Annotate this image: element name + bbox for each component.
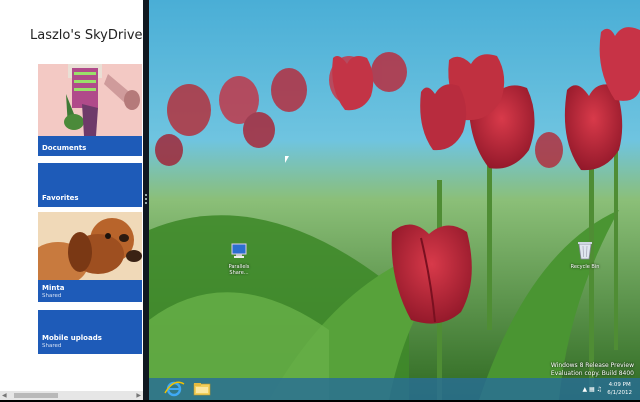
tile-label: Favorites (42, 194, 79, 202)
tile-minta[interactable]: Minta Shared (38, 212, 142, 302)
clock-date: 6/1/2012 (607, 390, 632, 396)
taskbar-internet-explorer[interactable] (161, 380, 187, 398)
tile-sublabel: Shared (42, 343, 62, 349)
tile-label: Minta (42, 284, 65, 292)
mouse-cursor-icon (285, 156, 289, 163)
skydrive-title[interactable]: Laszlo's SkyDrive⌄ (30, 28, 143, 43)
system-tray-icons[interactable]: ▲ ▦ ♫ (582, 386, 602, 393)
scrollbar-thumb[interactable] (14, 393, 58, 398)
taskbar: ▲ ▦ ♫ 4:09 PM 6/1/2012 (149, 378, 640, 400)
tile-documents[interactable]: Documents (38, 64, 142, 156)
desktop-icon-parallels-share[interactable]: Parallels Share... (221, 242, 257, 276)
scroll-right-icon[interactable]: ▶ (136, 391, 141, 400)
computer-icon (231, 243, 247, 258)
skydrive-title-text: Laszlo's SkyDrive (30, 28, 143, 43)
desktop-icon-label: Parallels Share... (228, 264, 250, 276)
desktop-icon-recycle-bin[interactable]: Recycle Bin (567, 240, 603, 270)
tile-label: Documents (42, 144, 87, 152)
tile-label: Mobile uploads (42, 334, 102, 342)
scroll-left-icon[interactable]: ◀ (2, 391, 7, 400)
folder-icon (193, 383, 211, 396)
evaluation-watermark: Windows 8 Release Preview Evaluation cop… (551, 362, 634, 378)
show-hidden-icons-icon[interactable]: ▲ (582, 386, 587, 393)
network-icon[interactable]: ▦ (589, 386, 595, 393)
tile-sublabel: Shared (42, 293, 62, 299)
minta-thumbnail (38, 212, 142, 286)
tile-mobile-uploads[interactable]: Mobile uploads Shared (38, 310, 142, 354)
watermark-line: Windows 8 Release Preview (550, 362, 634, 369)
watermark-line: Evaluation copy. Build 8400 (550, 370, 634, 377)
clock-time: 4:09 PM (608, 382, 631, 388)
taskbar-file-explorer[interactable] (189, 380, 215, 398)
internet-explorer-icon (164, 381, 185, 397)
desktop: Parallels Share... Recycle Bin Windows 8… (149, 0, 640, 400)
horizontal-scrollbar[interactable]: ◀ ▶ (0, 391, 143, 400)
skydrive-app: Laszlo's SkyDrive⌄ Documents Favorites (0, 0, 143, 400)
volume-icon[interactable]: ♫ (597, 386, 602, 393)
tulip-wallpaper (149, 0, 640, 400)
recycle-bin-icon (578, 242, 592, 260)
desktop-icon-label: Recycle Bin (570, 264, 600, 270)
taskbar-clock[interactable]: 4:09 PM 6/1/2012 (607, 381, 632, 397)
tile-favorites[interactable]: Favorites (38, 163, 142, 207)
splitter-grip-icon[interactable] (145, 194, 147, 196)
documents-thumbnail (38, 64, 142, 136)
